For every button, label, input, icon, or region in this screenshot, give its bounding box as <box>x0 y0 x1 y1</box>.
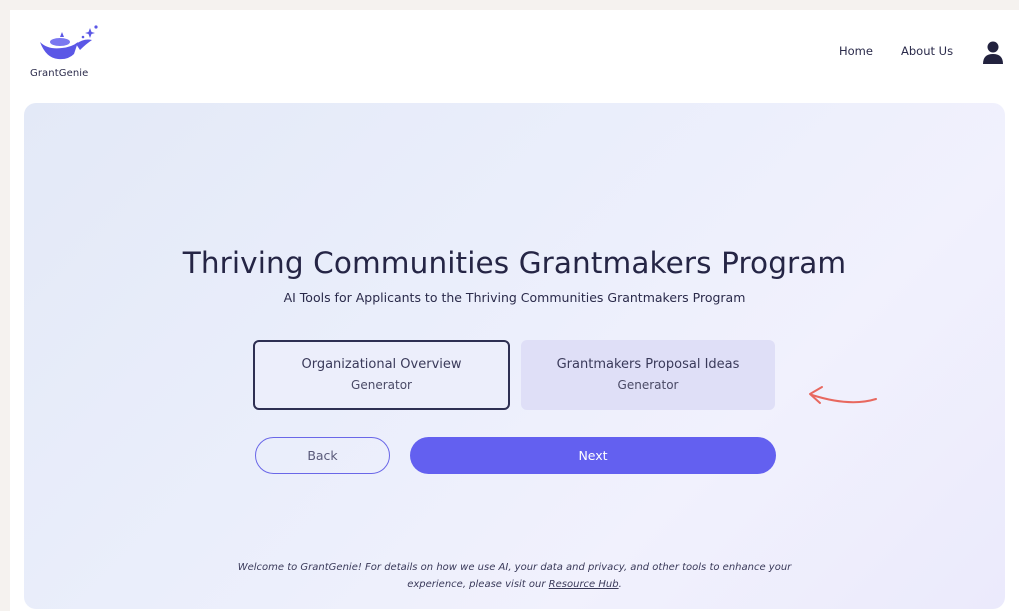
user-account-icon[interactable] <box>982 40 1004 66</box>
option-label-line1: Grantmakers Proposal Ideas <box>556 357 740 372</box>
footer-line2-suffix: . <box>618 579 622 590</box>
option-label-line1: Organizational Overview <box>301 357 462 372</box>
main-panel: Thriving Communities Grantmakers Program… <box>24 103 1005 609</box>
resource-hub-link[interactable]: Resource Hub <box>549 579 619 590</box>
nav-home[interactable]: Home <box>839 44 873 58</box>
back-button[interactable]: Back <box>255 437 390 474</box>
logo[interactable]: GrantGenie <box>30 24 106 84</box>
footer-notice: Welcome to GrantGenie! For details on ho… <box>24 559 1005 593</box>
annotation-arrow-icon <box>809 386 877 404</box>
next-button[interactable]: Next <box>410 437 776 474</box>
option-grantmakers-proposal-ideas-generator[interactable]: Grantmakers Proposal Ideas Generator <box>521 340 775 410</box>
genie-lamp-icon <box>40 25 98 60</box>
footer-line1: Welcome to GrantGenie! For details on ho… <box>237 562 792 573</box>
page-subtitle: AI Tools for Applicants to the Thriving … <box>283 290 746 305</box>
header: GrantGenie Home About Us <box>10 10 1019 102</box>
page-title: Thriving Communities Grantmakers Program <box>182 246 847 280</box>
option-label-line2: Generator <box>351 378 412 392</box>
option-label-line2: Generator <box>617 378 679 392</box>
footer-line2: experience, please visit our Resource Hu… <box>24 576 1005 593</box>
app-window: GrantGenie Home About Us Thriving Commun… <box>10 10 1019 611</box>
logo-text: GrantGenie <box>30 68 89 79</box>
option-organizational-overview-generator[interactable]: Organizational Overview Generator <box>253 340 510 410</box>
footer-line2-prefix: experience, please visit our <box>407 579 546 590</box>
nav-about-us[interactable]: About Us <box>901 44 953 58</box>
